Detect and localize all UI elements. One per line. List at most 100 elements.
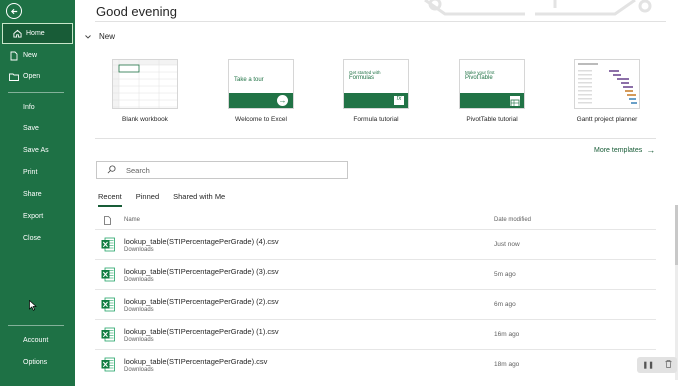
backstage-main: Good evening New Blank workbook Take a t… bbox=[75, 0, 686, 386]
trash-icon[interactable] bbox=[665, 360, 672, 370]
page-title: Good evening bbox=[96, 4, 177, 19]
search-box[interactable] bbox=[96, 161, 348, 179]
sidebar-item-label: Save bbox=[23, 125, 39, 132]
sidebar-item-label: Options bbox=[23, 359, 48, 366]
tab-pinned[interactable]: Pinned bbox=[136, 192, 159, 207]
pause-icon[interactable]: ❚❚ bbox=[642, 361, 654, 369]
search-input[interactable] bbox=[126, 165, 326, 175]
sidebar-item-label: Print bbox=[23, 169, 38, 176]
excel-file-icon bbox=[101, 267, 115, 282]
template-label: Blank workbook bbox=[122, 116, 168, 123]
file-name: lookup_table(STIPercentagePerGrade) (3).… bbox=[124, 267, 279, 276]
template-welcome-to-excel[interactable]: Take a tour → Welcome to Excel bbox=[228, 59, 294, 123]
column-header-date[interactable]: Date modified bbox=[494, 217, 531, 223]
excel-file-icon bbox=[101, 297, 115, 312]
file-row[interactable]: lookup_table(STIPercentagePerGrade) (4).… bbox=[95, 229, 656, 259]
sidebar-item-save-as[interactable]: Save As bbox=[0, 140, 75, 161]
function-icon: fx bbox=[394, 96, 404, 105]
file-row[interactable]: lookup_table(STIPercentagePerGrade).csv D… bbox=[95, 349, 656, 379]
sidebar-item-label: Close bbox=[23, 235, 41, 242]
tab-recent[interactable]: Recent bbox=[98, 192, 122, 207]
sidebar-item-close[interactable]: Close bbox=[0, 228, 75, 249]
file-date-modified: 5m ago bbox=[494, 271, 516, 278]
header-decoration bbox=[424, 0, 652, 16]
spreadsheet-grid-icon bbox=[113, 60, 177, 108]
file-date-modified: Just now bbox=[494, 241, 520, 248]
sidebar-item-label: Account bbox=[23, 337, 49, 344]
sidebar-item-label: New bbox=[23, 52, 38, 59]
template-gantt-project-planner[interactable]: Gantt project planner bbox=[574, 59, 640, 123]
sidebar-item-account[interactable]: Account bbox=[0, 330, 75, 351]
scrollbar-thumb[interactable] bbox=[675, 205, 678, 265]
gantt-chart-icon bbox=[578, 63, 637, 104]
sidebar-item-share[interactable]: Share bbox=[0, 184, 75, 205]
file-row[interactable]: lookup_table(STIPercentagePerGrade) (3).… bbox=[95, 259, 656, 289]
template-label: PivotTable tutorial bbox=[466, 116, 518, 123]
sidebar-item-print[interactable]: Print bbox=[0, 162, 75, 183]
chevron-down-icon bbox=[85, 32, 91, 41]
template-thumbnail: Take a tour → bbox=[228, 59, 294, 109]
header-divider bbox=[95, 21, 666, 22]
file-location: Downloads bbox=[124, 367, 154, 373]
template-label: Gantt project planner bbox=[576, 116, 638, 123]
sidebar-item-label: Home bbox=[26, 30, 45, 37]
template-thumbnail: Make your first PivotTable bbox=[459, 59, 525, 109]
thumbnail-title: PivotTable bbox=[465, 75, 493, 81]
excel-file-icon bbox=[101, 357, 115, 372]
sidebar-item-info[interactable]: Info bbox=[0, 97, 75, 118]
file-location: Downloads bbox=[124, 307, 154, 313]
file-location: Downloads bbox=[124, 277, 154, 283]
more-templates-label: More templates bbox=[594, 146, 643, 154]
arrow-right-icon: → bbox=[646, 145, 656, 155]
template-thumbnail: Get started with Formulas fx bbox=[343, 59, 409, 109]
file-date-modified: 16m ago bbox=[494, 331, 520, 338]
file-tabs: Recent Pinned Shared with Me bbox=[98, 192, 239, 207]
backstage-sidebar: Home New Open Info Save Save As Print Sh… bbox=[0, 0, 75, 386]
sidebar-item-open[interactable]: Open bbox=[0, 66, 75, 87]
sidebar-item-label: Open bbox=[23, 73, 41, 80]
sidebar-item-label: Info bbox=[23, 104, 35, 111]
template-thumbnail bbox=[112, 59, 178, 109]
template-label: Formula tutorial bbox=[353, 116, 399, 123]
sidebar-item-export[interactable]: Export bbox=[0, 206, 75, 227]
search-icon bbox=[107, 161, 116, 179]
sidebar-item-options[interactable]: Options bbox=[0, 352, 75, 373]
file-name: lookup_table(STIPercentagePerGrade) (1).… bbox=[124, 327, 279, 336]
thumbnail-title: Take a tour bbox=[234, 77, 264, 83]
template-blank-workbook[interactable]: Blank workbook bbox=[112, 59, 178, 123]
column-header-name[interactable]: Name bbox=[124, 217, 140, 223]
sidebar-item-label: Export bbox=[23, 213, 44, 220]
document-icon bbox=[104, 216, 111, 227]
sidebar-item-new[interactable]: New bbox=[0, 45, 75, 66]
sidebar-item-label: Share bbox=[23, 191, 42, 198]
more-templates-link[interactable]: More templates → bbox=[594, 145, 655, 155]
new-section-toggle[interactable]: New bbox=[85, 32, 115, 41]
section-divider bbox=[95, 138, 656, 139]
thumbnail-title: Formulas bbox=[349, 75, 375, 81]
sidebar-item-label: Save As bbox=[23, 147, 49, 154]
floating-toolbar: ❚❚ bbox=[637, 357, 677, 373]
file-name: lookup_table(STIPercentagePerGrade) (2).… bbox=[124, 297, 279, 306]
sidebar-item-home[interactable]: Home bbox=[2, 23, 73, 44]
file-location: Downloads bbox=[124, 337, 154, 343]
new-document-icon bbox=[9, 51, 19, 61]
file-row[interactable]: lookup_table(STIPercentagePerGrade) (2).… bbox=[95, 289, 656, 319]
file-name: lookup_table(STIPercentagePerGrade).csv bbox=[124, 357, 268, 366]
template-formula-tutorial[interactable]: Get started with Formulas fx Formula tut… bbox=[343, 59, 409, 123]
sidebar-divider bbox=[8, 92, 64, 93]
folder-icon bbox=[9, 72, 19, 82]
tab-shared-with-me[interactable]: Shared with Me bbox=[173, 192, 225, 207]
file-name: lookup_table(STIPercentagePerGrade) (4).… bbox=[124, 237, 279, 246]
excel-file-icon bbox=[101, 237, 115, 252]
excel-file-icon bbox=[101, 327, 115, 342]
file-location: Downloads bbox=[124, 247, 154, 253]
sidebar-item-save[interactable]: Save bbox=[0, 118, 75, 139]
home-icon bbox=[12, 29, 22, 39]
sidebar-divider bbox=[8, 325, 64, 326]
back-arrow-icon[interactable] bbox=[6, 3, 22, 19]
mouse-pointer-icon bbox=[29, 298, 37, 316]
file-list-header: Name Date modified bbox=[104, 216, 656, 228]
template-pivottable-tutorial[interactable]: Make your first PivotTable PivotTable tu… bbox=[459, 59, 525, 123]
file-row[interactable]: lookup_table(STIPercentagePerGrade) (1).… bbox=[95, 319, 656, 349]
template-label: Welcome to Excel bbox=[235, 116, 287, 123]
